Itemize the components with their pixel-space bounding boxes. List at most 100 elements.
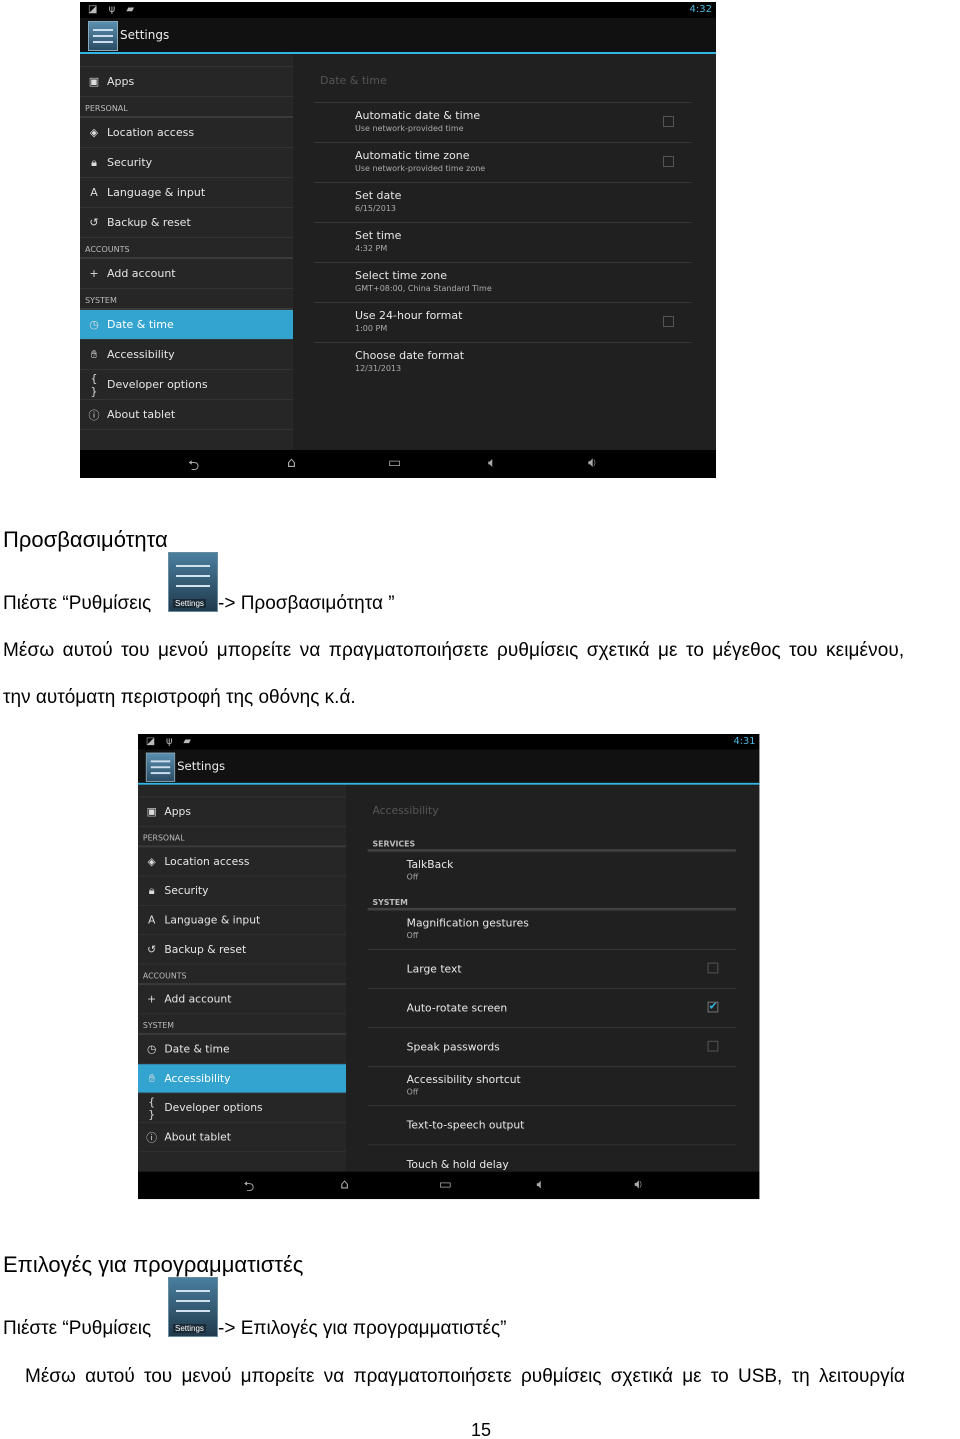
sidebar-item-label: Developer options [164, 1101, 263, 1115]
sidebar-item-accessibility[interactable]: ✋︎ Accessibility [138, 1064, 347, 1094]
settings-app-icon: Settings [168, 552, 218, 612]
paragraph-line: Μέσω αυτού του μενού μπορείτε να πραγματ… [25, 1366, 905, 1387]
sidebar-item-label: Security [107, 156, 153, 169]
sidebar-item-date-time[interactable]: ◷ Date & time [138, 1035, 347, 1065]
sidebar-item-location-access[interactable]: ◈ Location access [80, 118, 293, 148]
setting-item[interactable]: Set time 4:32 PM [315, 222, 692, 262]
sidebar-item-label: Backup & reset [164, 943, 247, 956]
sidebar-item-label: Apps [164, 805, 191, 819]
back-icon[interactable]: ⮌ [188, 455, 199, 478]
setting-item[interactable]: Magnification gestures Off [367, 909, 736, 949]
sidebar-item-label: Security [164, 884, 209, 898]
paragraph-line: την αυτόματη περιστροφή της οθόνης κ.ά. [3, 687, 356, 708]
sidebar-item-developer-options[interactable]: { } Developer options [138, 1094, 347, 1123]
location-icon: ◈ [89, 126, 99, 139]
sidebar-item-location-access[interactable]: ◈ Location access [138, 847, 347, 877]
braces-icon: { } [148, 1095, 156, 1121]
notification-icons: ◪ ψ ▰ [88, 4, 139, 15]
instruction-line-end: -> Επιλογές για προγραμματιστές” [218, 1318, 507, 1339]
volume-up-icon[interactable]: 🔉︎ [588, 455, 597, 471]
sidebar-item-add-account[interactable]: + Add account [80, 259, 293, 289]
checkbox[interactable] [707, 962, 719, 974]
settings-icon-label: Settings [173, 1324, 206, 1333]
setting-title: Select time zone [355, 269, 448, 282]
language-icon: A [147, 913, 156, 927]
setting-item[interactable]: Set date 6/15/2013 [315, 182, 692, 222]
setting-title: Large text [406, 962, 462, 976]
settings-icon[interactable] [145, 752, 176, 782]
checkbox[interactable] [707, 1040, 719, 1052]
document-page: ◪ ψ ▰ 4:32 Settings ▣ Apps PERSONAL ◈ Location … [0, 0, 960, 1439]
settings-app-icon: Settings [168, 1277, 218, 1337]
sidebar-item-label: Developer options [107, 378, 208, 391]
lock-icon: 🔒︎ [148, 883, 155, 897]
back-icon[interactable]: ⮌ [244, 1177, 255, 1199]
setting-summary: Off [406, 1087, 419, 1097]
checkbox[interactable] [663, 156, 674, 167]
setting-item[interactable]: Automatic time zone Use network-provided … [315, 142, 692, 182]
setting-title: Touch & hold delay [406, 1158, 509, 1171]
sidebar-item-about-tablet[interactable]: ⓘ About tablet [80, 400, 293, 430]
sidebar-item-label: Backup & reset [107, 216, 191, 229]
plus-icon: + [89, 267, 99, 280]
sidebar-item-security[interactable]: 🔒︎ Security [80, 148, 293, 178]
screenshot-date-time: ◪ ψ ▰ 4:32 Settings ▣ Apps PERSONAL ◈ Location … [80, 2, 716, 478]
sidebar-item-backup-reset[interactable]: ↺ Backup & reset [138, 935, 347, 965]
info-icon: ⓘ [88, 408, 100, 422]
sidebar-item-label: Location access [107, 126, 195, 139]
sidebar-item-apps[interactable]: ▣ Apps [138, 798, 347, 827]
setting-item[interactable]: Choose date format 12/31/2013 [315, 342, 692, 382]
recents-icon[interactable]: ▭ [388, 455, 401, 471]
setting-item[interactable]: Speak passwords [367, 1027, 736, 1066]
setting-item[interactable]: Large text [367, 948, 736, 988]
language-icon: A [90, 186, 98, 199]
settings-icon[interactable] [88, 21, 118, 51]
action-bar: Settings [80, 18, 716, 54]
sidebar-item-label: Accessibility [107, 348, 175, 361]
settings-list: SERVICES TalkBack Off SYSTEM Magnification g… [367, 832, 736, 1184]
sidebar-item-backup-reset[interactable]: ↺ Backup & reset [80, 208, 293, 238]
setting-title: Auto-rotate screen [406, 1001, 508, 1015]
setting-title: Use 24-hour format [355, 309, 463, 322]
recents-icon[interactable]: ▭ [439, 1177, 452, 1193]
volume-down-icon[interactable]: 🔈︎ [488, 455, 496, 471]
setting-summary: 6/15/2013 [355, 204, 397, 213]
sidebar-item-language-input[interactable]: A Language & input [138, 906, 347, 936]
checkbox[interactable] [663, 316, 674, 327]
sidebar-item-about-tablet[interactable]: ⓘ About tablet [138, 1123, 347, 1153]
setting-summary: Use network-provided time zone [355, 164, 486, 173]
setting-item[interactable]: Text-to-speech output [367, 1105, 736, 1144]
instruction-line: Πιέστε “Ρυθμίσεις [3, 1318, 152, 1339]
home-icon[interactable]: ⌂ [287, 455, 296, 471]
checkbox[interactable] [663, 116, 674, 127]
sidebar-item-add-account[interactable]: + Add account [138, 985, 347, 1015]
setting-item[interactable]: Accessibility shortcut Off [367, 1066, 736, 1105]
volume-down-icon[interactable]: 🔈︎ [537, 1177, 545, 1193]
sidebar-section-header: PERSONAL [138, 827, 347, 848]
lock-icon: 🔒︎ [91, 155, 97, 169]
settings-icon-label: Settings [173, 599, 206, 608]
sidebar-item-accessibility[interactable]: ✋︎ Accessibility [80, 340, 293, 370]
sidebar-item-label: About tablet [107, 408, 176, 421]
panel-title: Date & time [320, 74, 387, 87]
volume-up-icon[interactable]: 🔉︎ [634, 1177, 643, 1193]
sidebar-item-partial[interactable] [80, 54, 293, 67]
setting-item[interactable]: Automatic date & time Use network-provide… [315, 102, 692, 142]
checkbox[interactable]: ✔ [707, 1001, 719, 1013]
list-section-header: SYSTEM [367, 890, 736, 910]
setting-item[interactable]: Use 24-hour format 1:00 PM [315, 302, 692, 342]
sidebar-item-developer-options[interactable]: { } Developer options [80, 370, 293, 400]
sidebar-item-partial[interactable] [138, 785, 347, 798]
sidebar-item-apps[interactable]: ▣ Apps [80, 67, 293, 97]
setting-title: Speak passwords [406, 1040, 500, 1054]
setting-item[interactable]: TalkBack Off [367, 851, 736, 890]
home-icon[interactable]: ⌂ [340, 1177, 349, 1193]
sidebar-section-header: SYSTEM [80, 289, 293, 310]
clock: 4:32 [689, 4, 712, 15]
sidebar-item-security[interactable]: 🔒︎ Security [138, 877, 347, 906]
setting-item[interactable]: Select time zone GMT+08:00, China Standar… [315, 262, 692, 302]
sidebar-item-language-input[interactable]: A Language & input [80, 178, 293, 208]
setting-item[interactable]: Auto-rotate screen ✔ [367, 988, 736, 1027]
sidebar-section-header: PERSONAL [80, 97, 293, 118]
sidebar-item-date-time[interactable]: ◷ Date & time [80, 310, 293, 340]
